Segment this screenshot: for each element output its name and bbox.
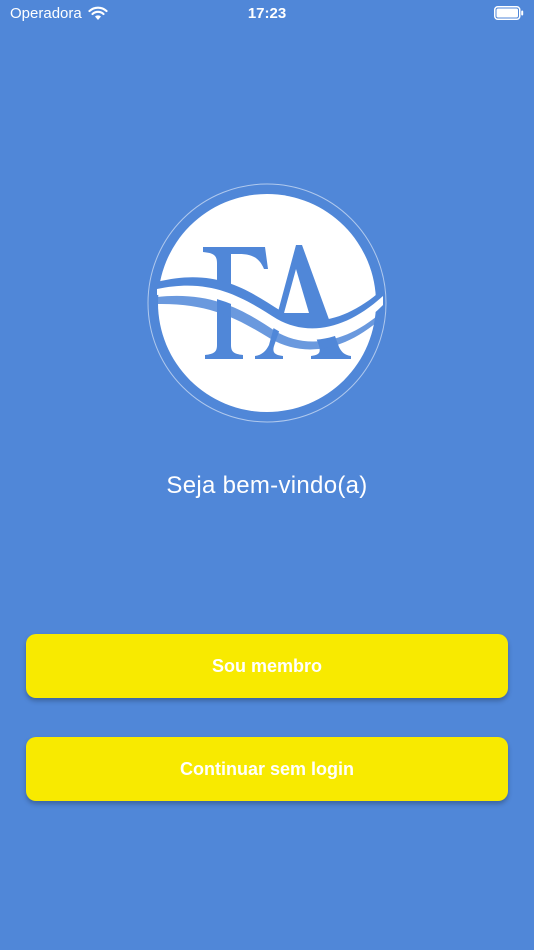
member-button[interactable]: Sou membro	[26, 634, 508, 698]
welcome-text: Seja bem-vindo(a)	[166, 472, 368, 499]
battery-icon	[494, 6, 524, 20]
status-time: 17:23	[247, 5, 287, 22]
continue-without-login-button[interactable]: Continuar sem login	[26, 737, 508, 801]
status-bar: Operadora 17:23	[0, 0, 534, 28]
fa-logo-icon	[147, 183, 387, 423]
fa-logo	[147, 183, 387, 423]
